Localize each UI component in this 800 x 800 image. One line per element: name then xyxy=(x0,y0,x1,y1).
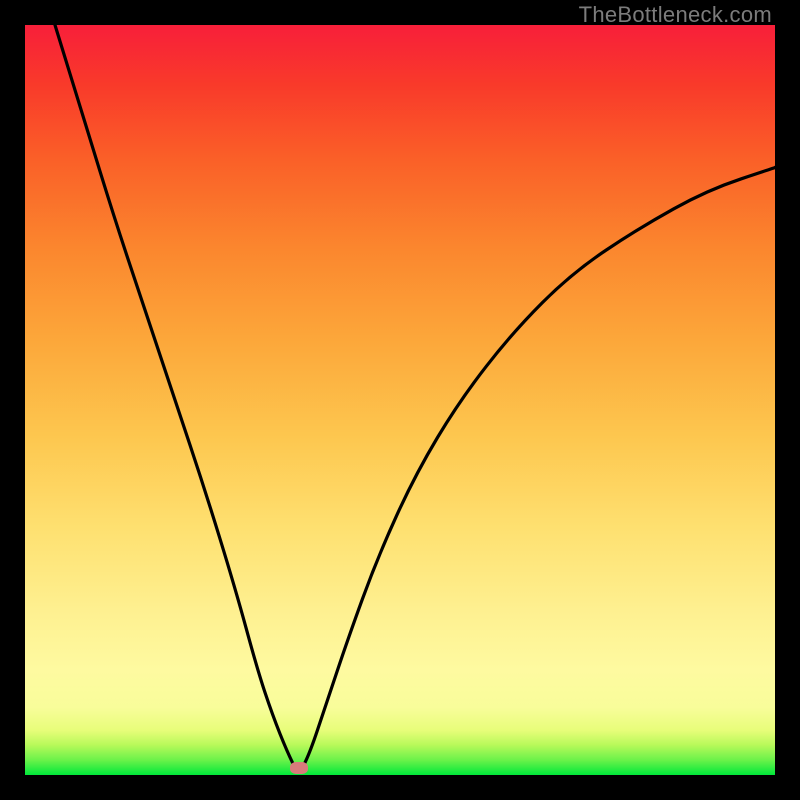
chart-plot-area xyxy=(25,25,775,775)
bottleneck-curve xyxy=(25,25,775,775)
optimal-point-marker xyxy=(290,762,308,774)
chart-frame: TheBottleneck.com xyxy=(0,0,800,800)
attribution-label: TheBottleneck.com xyxy=(579,2,772,28)
